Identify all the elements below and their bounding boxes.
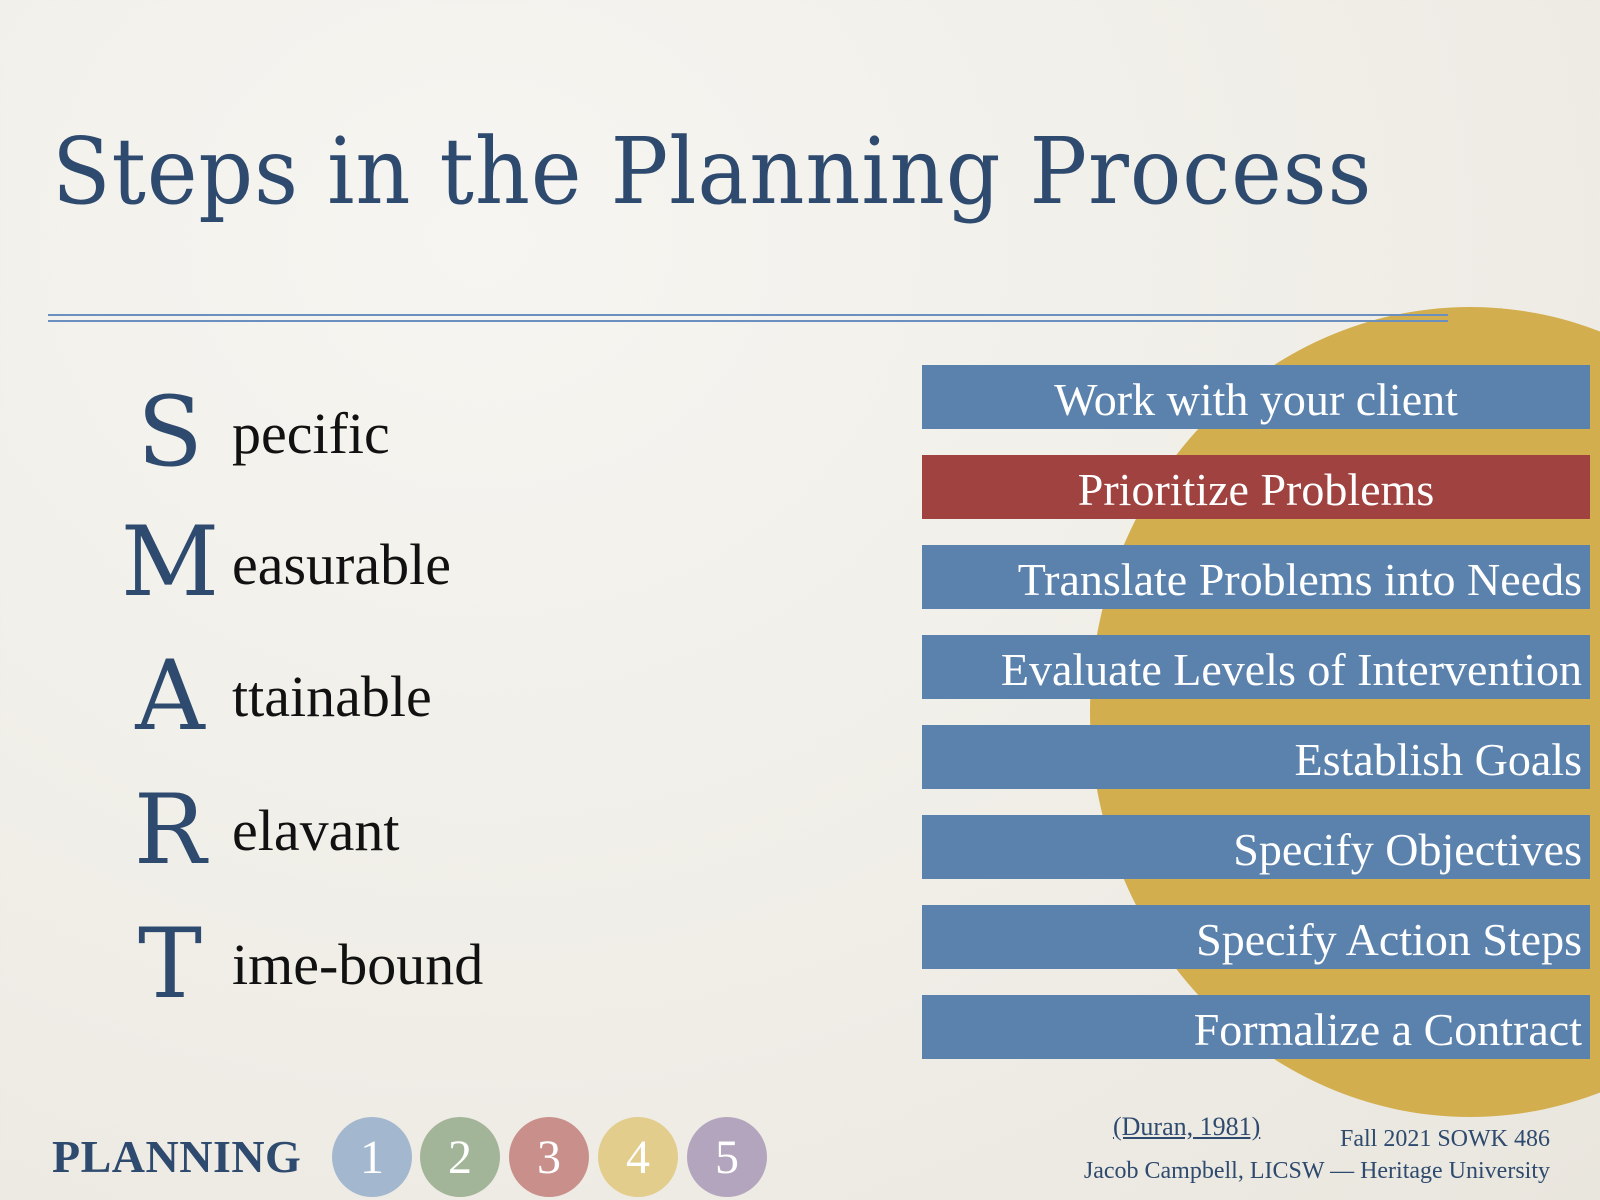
citation-link[interactable]: (Duran, 1981) [1113, 1112, 1260, 1142]
step-establish-goals: Establish Goals [922, 725, 1590, 789]
step-work-with-client: Work with your client [922, 365, 1590, 429]
step-specify-objectives: Specify Objectives [922, 815, 1590, 879]
smart-letter: T [137, 908, 203, 1020]
smart-item: A ttainable [120, 648, 620, 758]
page-dot-2[interactable]: 2 [420, 1117, 500, 1197]
smart-word: elavant [232, 798, 400, 863]
smart-letter: M [120, 506, 220, 618]
step-formalize-contract: Formalize a Contract [922, 995, 1590, 1059]
smart-letter: S [137, 376, 203, 488]
course-info: Fall 2021 SOWK 486 [1340, 1126, 1550, 1152]
smart-word: easurable [232, 532, 451, 597]
title-divider-top [48, 314, 1448, 316]
smart-word: pecific [232, 401, 390, 466]
title-divider-bottom [48, 320, 1448, 322]
smart-item: T ime-bound [120, 916, 620, 1026]
smart-item: R elavant [120, 782, 620, 892]
page-dot-3[interactable]: 3 [509, 1117, 589, 1197]
author-info: Jacob Campbell, LICSW — Heritage Univers… [1083, 1158, 1550, 1184]
section-label: PLANNING [52, 1131, 302, 1182]
smart-letter: R [133, 774, 207, 886]
step-translate-problems: Translate Problems into Needs [922, 545, 1590, 609]
smart-letter: A [135, 640, 205, 752]
slide: Steps in the Planning Process S pecific … [0, 0, 1600, 1200]
page-dot-1[interactable]: 1 [332, 1117, 412, 1197]
step-evaluate-levels: Evaluate Levels of Intervention [922, 635, 1590, 699]
page-dot-4[interactable]: 4 [598, 1117, 678, 1197]
smart-word: ime-bound [232, 932, 484, 997]
step-prioritize-problems: Prioritize Problems [922, 455, 1590, 519]
smart-word: ttainable [232, 664, 432, 729]
smart-item: S pecific [120, 380, 620, 490]
slide-title: Steps in the Planning Process [52, 118, 1373, 225]
step-specify-action-steps: Specify Action Steps [922, 905, 1590, 969]
smart-item: M easurable [120, 514, 620, 624]
page-dot-5[interactable]: 5 [687, 1117, 767, 1197]
